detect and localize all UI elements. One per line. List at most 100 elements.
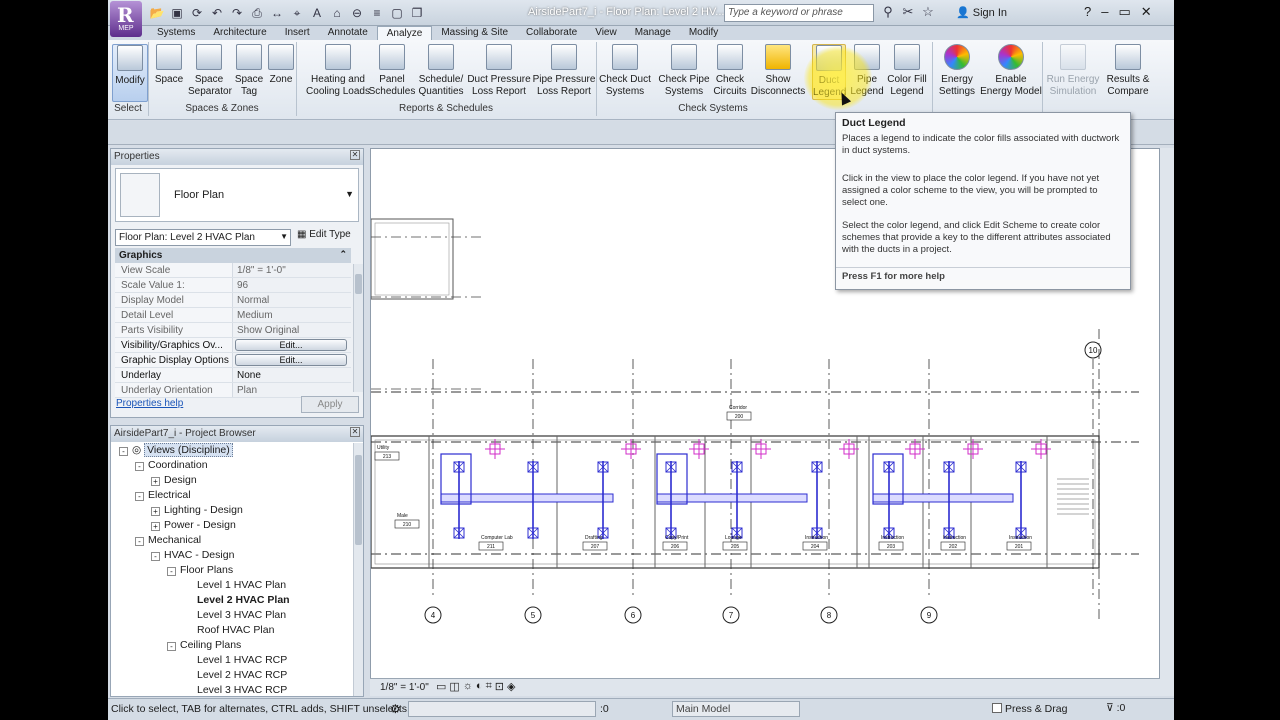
property-row[interactable]: Detail Level Medium	[115, 308, 351, 323]
browser-node[interactable]: Level 3 HVAC Plan	[113, 608, 351, 623]
property-value[interactable]: 1/8" = 1'-0"	[233, 263, 351, 277]
properties-scrollbar[interactable]	[353, 264, 363, 392]
crop-view-icon[interactable]: ⌗	[486, 680, 492, 693]
pipe-pressure-button[interactable]: Pipe Pressure Loss Report	[532, 44, 596, 100]
property-row[interactable]: Visibility/Graphics Ov... Edit...	[115, 338, 351, 353]
browser-node[interactable]: Level 1 HVAC Plan	[113, 578, 351, 593]
browser-node[interactable]: - HVAC - Design	[113, 548, 351, 563]
expand-icon[interactable]: +	[151, 477, 160, 486]
help-icon[interactable]: ?	[1084, 4, 1091, 20]
collapse-icon[interactable]: -	[167, 642, 176, 651]
tools-icon[interactable]: ✂	[900, 4, 916, 20]
workset-dropdown[interactable]	[408, 701, 596, 717]
property-value[interactable]: Edit...	[233, 353, 351, 367]
browser-node[interactable]: + Lighting - Design	[113, 503, 351, 518]
property-row[interactable]: Scale Value 1: 96	[115, 278, 351, 293]
collapse-icon[interactable]: ⌃	[339, 249, 347, 260]
browser-node[interactable]: - Electrical	[113, 488, 351, 503]
browser-node[interactable]: - Ceiling Plans	[113, 638, 351, 653]
switch-windows-icon[interactable]: ❐	[408, 4, 426, 22]
graphics-group-header[interactable]: Graphics ⌃	[115, 248, 351, 263]
workset-icon[interactable]: ⚙	[390, 702, 401, 716]
show-disconnects-button[interactable]: Show Disconnects	[748, 44, 808, 100]
sync-icon[interactable]: ⟳	[188, 4, 206, 22]
browser-node[interactable]: - Coordination	[113, 458, 351, 473]
tab-annotate[interactable]: Annotate	[319, 26, 377, 40]
property-value[interactable]: Normal	[233, 293, 351, 307]
enable-energy-button[interactable]: Enable Energy Model	[978, 44, 1044, 100]
binoculars-icon[interactable]: ⚲	[880, 4, 896, 20]
collapse-icon[interactable]: -	[167, 567, 176, 576]
press-drag-checkbox[interactable]: Press & Drag	[992, 703, 1067, 715]
zone-button[interactable]: Zone	[266, 44, 296, 100]
tab-systems[interactable]: Systems	[148, 26, 204, 40]
close-hidden-icon[interactable]: ▢	[388, 4, 406, 22]
application-menu-button[interactable]: R MEP	[110, 1, 142, 37]
text-icon[interactable]: A	[308, 4, 326, 22]
restore-icon[interactable]: ▭	[1118, 4, 1130, 20]
close-icon[interactable]: ✕	[1141, 4, 1152, 20]
browser-node[interactable]: Level 2 HVAC Plan	[113, 593, 351, 608]
type-selector[interactable]: Floor Plan ▼	[115, 168, 359, 222]
undo-icon[interactable]: ↶	[208, 4, 226, 22]
check-pipe-button[interactable]: Check Pipe Systems	[656, 44, 712, 100]
run-energy-button[interactable]: Run Energy Simulation	[1046, 44, 1100, 100]
property-row[interactable]: Parts Visibility Show Original	[115, 323, 351, 338]
tab-modify[interactable]: Modify	[680, 26, 727, 40]
duct-pressure-button[interactable]: Duct Pressure Loss Report	[466, 44, 532, 100]
space-separator-button[interactable]: Space Separator	[188, 44, 232, 100]
tab-analyze[interactable]: Analyze	[376, 26, 433, 40]
heating-cooling-button[interactable]: Heating and Cooling Loads	[300, 44, 376, 100]
shadows-icon[interactable]: ◐	[476, 680, 483, 693]
browser-node[interactable]: - Mechanical	[113, 533, 351, 548]
tab-insert[interactable]: Insert	[276, 26, 319, 40]
browser-node[interactable]: Level 1 HVAC RCP	[113, 653, 351, 668]
collapse-icon[interactable]: -	[119, 447, 128, 456]
filter-icon[interactable]: ⊽ :0	[1106, 702, 1125, 714]
edit-button[interactable]: Edit...	[235, 354, 347, 366]
sign-in-button[interactable]: 👤 Sign In	[956, 6, 1007, 19]
space-tag-button[interactable]: Space Tag	[232, 44, 266, 100]
design-option-dropdown[interactable]: Main Model	[672, 701, 800, 717]
print-icon[interactable]: ⎙	[248, 4, 266, 22]
results-compare-button[interactable]: Results & Compare	[1102, 44, 1154, 100]
apply-button[interactable]: Apply	[301, 396, 359, 413]
star-icon[interactable]: ☆	[920, 4, 936, 20]
help-search-input[interactable]: Type a keyword or phrase	[724, 4, 874, 22]
tab-collaborate[interactable]: Collaborate	[517, 26, 586, 40]
drawing-vertical-scrollbar[interactable]	[1160, 148, 1174, 696]
hide-crop-icon[interactable]: ⊡	[495, 680, 504, 693]
minimize-icon[interactable]: –	[1101, 4, 1108, 20]
property-value[interactable]: Show Original	[233, 323, 351, 337]
browser-node[interactable]: Level 3 HVAC RCP	[113, 683, 351, 696]
expand-icon[interactable]: +	[151, 507, 160, 516]
browser-node[interactable]: Roof HVAC Plan	[113, 623, 351, 638]
sun-path-icon[interactable]: ☼	[463, 680, 473, 693]
close-icon[interactable]: ✕	[350, 427, 360, 437]
redo-icon[interactable]: ↷	[228, 4, 246, 22]
property-value[interactable]: None	[233, 368, 351, 382]
temp-hide-icon[interactable]: ◈	[507, 680, 515, 693]
tag-icon[interactable]: ⌖	[288, 4, 306, 22]
close-icon[interactable]: ✕	[350, 150, 360, 160]
browser-node[interactable]: + Design	[113, 473, 351, 488]
browser-node[interactable]: + Power - Design	[113, 518, 351, 533]
property-value[interactable]: Edit...	[233, 338, 351, 352]
measure-icon[interactable]: ↔	[268, 4, 286, 22]
3d-icon[interactable]: ⌂	[328, 4, 346, 22]
browser-scrollbar[interactable]	[353, 443, 363, 696]
collapse-icon[interactable]: -	[135, 462, 144, 471]
expand-icon[interactable]: +	[151, 522, 160, 531]
collapse-icon[interactable]: -	[135, 537, 144, 546]
open-icon[interactable]: 📂	[148, 4, 166, 22]
section-icon[interactable]: ⊖	[348, 4, 366, 22]
view-scale-label[interactable]: 1/8" = 1'-0"	[380, 682, 429, 693]
detail-level-icon[interactable]: ▭	[436, 680, 446, 693]
instance-filter-dropdown[interactable]: Floor Plan: Level 2 HVAC Plan ▼	[115, 229, 291, 246]
property-value[interactable]: Medium	[233, 308, 351, 322]
property-value[interactable]: Plan	[233, 383, 351, 397]
tab-manage[interactable]: Manage	[626, 26, 680, 40]
edit-button[interactable]: Edit...	[235, 339, 347, 351]
tab-view[interactable]: View	[586, 26, 626, 40]
tab-massing-site[interactable]: Massing & Site	[432, 26, 517, 40]
